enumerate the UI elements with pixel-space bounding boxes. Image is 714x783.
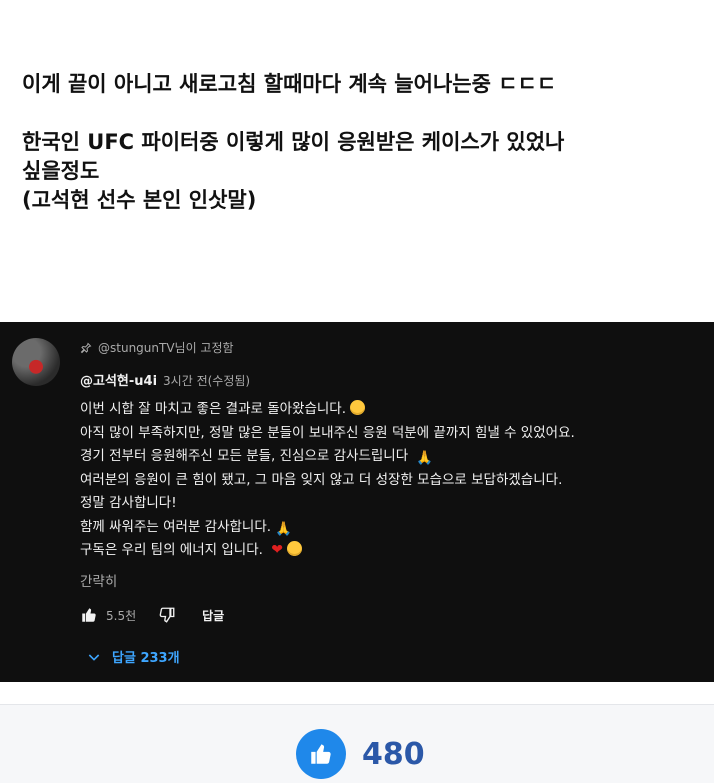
comment-actions: 5.5천 답글 [80,606,224,624]
comment-time[interactable]: 3시간 전(수정됨) [163,372,250,389]
pin-icon [80,342,92,353]
replies-toggle[interactable]: 답글 233개 [86,647,180,666]
comment-card: @stungunTV님이 고정함 @고석현-u4i 3시간 전(수정됨) 이번 … [0,322,714,682]
comment-line: 이번 시합 잘 마치고 좋은 결과로 돌아왔습니다. [80,398,710,422]
post-line: 이게 끝이 아니고 새로고침 할때마다 계속 늘어나는중 ㄷㄷㄷ [22,72,557,96]
reply-button[interactable]: 답글 [202,607,224,624]
vote-count: 480 [362,736,425,772]
pray-emoji-icon: 🙏 [275,520,292,537]
collapse-link[interactable]: 간략히 [80,570,117,590]
smile-emoji-icon [286,541,302,556]
vote-group: 480 [296,729,425,779]
vote-bar: 480 [0,704,714,783]
thumbs-down-icon[interactable] [158,606,176,624]
comment-author[interactable]: @고석현-u4i [80,370,157,389]
post-line: 한국인 UFC 파이터중 이렇게 많이 응원받은 케이스가 있었나 [22,130,565,154]
chevron-down-icon [88,653,100,661]
thumbs-up-icon[interactable] [80,606,98,624]
smile-emoji-icon [350,400,366,415]
comment-body: 이번 시합 잘 마치고 좋은 결과로 돌아왔습니다. 아직 많이 부족하지만, … [80,398,710,563]
avatar[interactable] [12,338,60,386]
comment-line: 함께 싸워주는 여러분 감사합니다. 🙏 [80,518,292,537]
pinned-label: @stungunTV님이 고정함 [80,339,234,356]
comment-line: 여러분의 응원이 큰 힘이 됐고, 그 마음 잊지 않고 더 성장한 모습으로 … [80,471,563,488]
thumbs-up-icon [311,744,331,764]
comment-line: 구독은 우리 팀의 에너지 입니다. ❤ [80,539,710,563]
post-spacer [22,99,702,128]
pinned-text: @stungunTV님이 고정함 [98,341,234,355]
replies-count: 답글 233개 [112,651,180,666]
like-count: 5.5천 [106,608,137,623]
comment-line: 경기 전부터 응원해주신 모든 분들, 진심으로 감사드립니다 🙏 [80,448,434,466]
comment-line: 아직 많이 부족하지만, 정말 많은 분들이 보내주신 응원 덕분에 끝까지 힘… [80,424,575,441]
post-line: 싶을정도 [22,159,100,183]
pray-emoji-icon: 🙏 [416,450,434,466]
upvote-button[interactable] [296,729,346,779]
author-row: @고석현-u4i 3시간 전(수정됨) [80,370,250,389]
comment-line: 정말 감사합니다! [80,495,177,511]
post-line: (고석현 선수 본인 인삿말) [22,188,257,212]
heart-emoji-icon: ❤ [271,542,283,558]
post-text: 이게 끝이 아니고 새로고침 할때마다 계속 늘어나는중 ㄷㄷㄷ 한국인 UFC… [22,70,702,215]
